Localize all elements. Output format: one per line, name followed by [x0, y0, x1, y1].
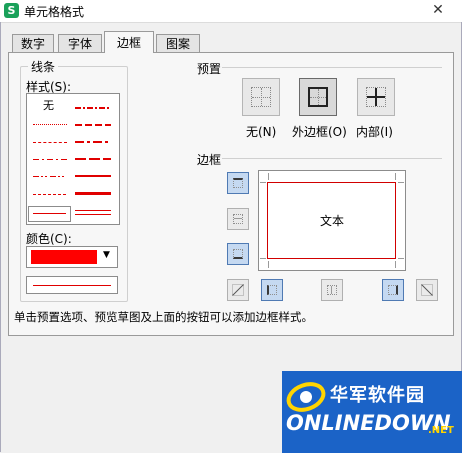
- line-style-dashed-thin[interactable]: [33, 142, 67, 143]
- presets-title: 预置: [197, 62, 222, 76]
- line-style-thin-solid[interactable]: [33, 213, 66, 214]
- border-inside-horizontal-icon: [233, 214, 243, 224]
- line-group-title: 线条: [28, 58, 59, 75]
- line-style-dotted[interactable]: [33, 124, 67, 125]
- line-preview-sample: [33, 285, 111, 286]
- border-inside-vertical-toggle[interactable]: [321, 279, 343, 301]
- presets-separator: [222, 67, 442, 68]
- line-style-long-dash[interactable]: [75, 158, 111, 160]
- preset-outline-button[interactable]: [299, 78, 337, 116]
- diagonal-up-icon: [232, 284, 244, 296]
- line-style-list[interactable]: 无: [26, 93, 120, 225]
- line-style-selected[interactable]: [28, 206, 71, 222]
- border-top-icon: [233, 178, 243, 188]
- watermark-net-text: .NET: [428, 425, 454, 436]
- tab-font[interactable]: 字体: [58, 34, 102, 52]
- window-title: 单元格格式: [24, 5, 85, 19]
- line-style-thick-solid[interactable]: [75, 192, 111, 195]
- border-right-icon: [388, 285, 398, 295]
- tab-number[interactable]: 数字: [12, 34, 54, 52]
- line-style-none[interactable]: 无: [43, 97, 54, 113]
- preview-text: 文本: [319, 214, 344, 228]
- preset-inside-label: 内部(I): [356, 125, 393, 139]
- outline-border-icon: [308, 87, 328, 107]
- preset-inside-button[interactable]: [357, 78, 395, 116]
- hint-text: 单击预置选项、预览草图及上面的按钮可以添加边框样式。: [14, 310, 313, 324]
- border-separator: [222, 158, 442, 159]
- watermark-en-text: ONLINEDOWN: [286, 411, 451, 435]
- border-left-toggle[interactable]: [261, 279, 283, 301]
- chevron-down-icon[interactable]: ▼: [103, 250, 110, 260]
- border-section-title: 边框: [197, 153, 222, 167]
- border-preview[interactable]: 文本: [258, 170, 406, 271]
- line-style-hair[interactable]: [33, 194, 67, 195]
- preset-outline-label: 外边框(O): [292, 125, 347, 139]
- color-swatch: [31, 250, 97, 264]
- no-border-icon: [251, 87, 271, 107]
- border-top-toggle[interactable]: [227, 172, 249, 194]
- title-bar: S 单元格格式 ✕: [0, 0, 462, 23]
- border-left-icon: [267, 285, 277, 295]
- line-style-medium-solid[interactable]: [75, 175, 111, 177]
- diagonal-down-icon: [421, 284, 433, 296]
- line-style-double[interactable]: [75, 210, 111, 215]
- line-style-dash-dot-medium[interactable]: [75, 107, 111, 109]
- preset-none-label: 无(N): [246, 125, 277, 139]
- border-bottom-toggle[interactable]: [227, 243, 249, 265]
- tab-pattern[interactable]: 图案: [156, 34, 200, 52]
- watermark-cn-text: 华军软件园: [330, 385, 425, 406]
- border-diagonal-up-toggle[interactable]: [227, 279, 249, 301]
- border-diagonal-down-toggle[interactable]: [416, 279, 438, 301]
- preset-none-button[interactable]: [242, 78, 280, 116]
- border-inside-horizontal-toggle[interactable]: [227, 208, 249, 230]
- line-style-dash-dot-medium-2[interactable]: [75, 141, 111, 143]
- close-button[interactable]: ✕: [414, 0, 462, 20]
- border-bottom-icon: [233, 249, 243, 259]
- color-label: 颜色(C):: [26, 232, 72, 246]
- line-style-dashed-medium[interactable]: [75, 124, 111, 126]
- border-right-toggle[interactable]: [382, 279, 404, 301]
- border-inside-vertical-icon: [327, 285, 337, 295]
- line-style-dash-dot-dot-thin[interactable]: [33, 176, 67, 177]
- line-preview: [26, 276, 118, 294]
- inside-border-icon: [366, 87, 386, 107]
- watermark-logo: 华军软件园 ONLINEDOWN .NET: [282, 371, 462, 453]
- color-dropdown[interactable]: ▼: [26, 246, 118, 268]
- tab-border[interactable]: 边框: [104, 31, 154, 53]
- app-logo-icon: S: [4, 3, 19, 18]
- line-style-dash-dot-thin[interactable]: [33, 159, 67, 160]
